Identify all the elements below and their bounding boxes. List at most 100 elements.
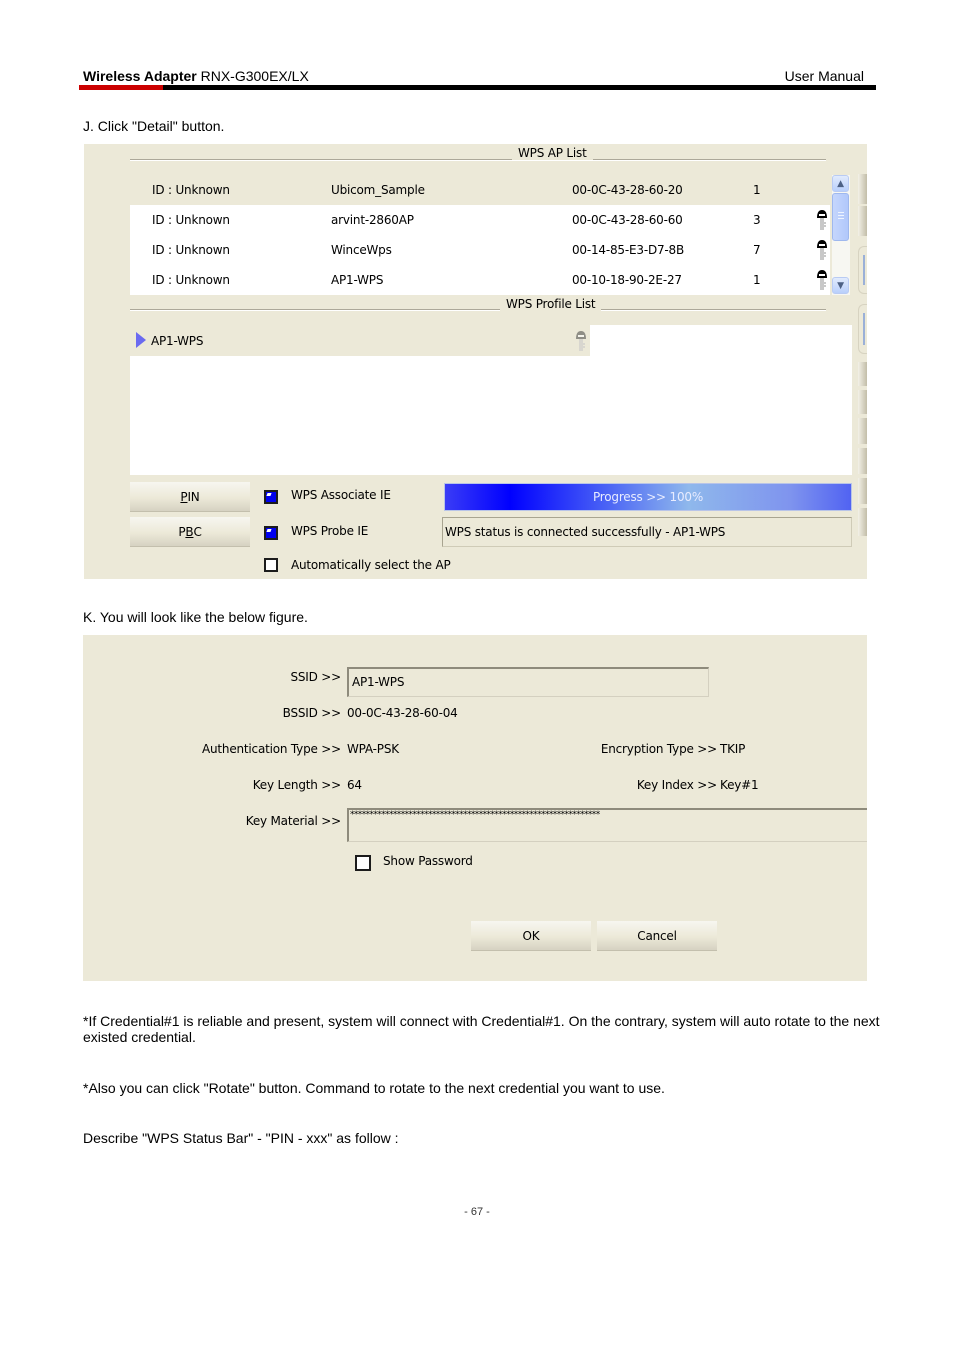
selected-arrow-icon xyxy=(136,332,146,348)
ap-bssid: 00-0C-43-28-60-20 xyxy=(572,183,683,197)
show-password-label: Show Password xyxy=(383,854,473,868)
chevron-down-icon: ▼ xyxy=(837,280,844,291)
header-rule xyxy=(79,85,876,90)
key-length-label: Key Length >> xyxy=(252,778,341,792)
side-tab[interactable] xyxy=(858,206,867,236)
ap-list[interactable]: ID : Unknown Ubicom_Sample 00-0C-43-28-6… xyxy=(130,175,830,295)
ap-ssid: Ubicom_Sample xyxy=(331,183,425,197)
cancel-button[interactable]: Cancel xyxy=(597,921,717,951)
ap-channel: 1 xyxy=(753,273,761,287)
cancel-label: Cancel xyxy=(637,928,677,943)
ap-list-scrollbar[interactable]: ▲ ▼ xyxy=(832,175,850,295)
ap-ssid: arvint-2860AP xyxy=(331,213,414,227)
header-doc-type: User Manual xyxy=(784,68,864,84)
step-j-text: J. Click "Detail" button. xyxy=(83,118,225,134)
ap-ssid: WinceWps xyxy=(331,243,392,257)
side-tab[interactable] xyxy=(858,304,867,354)
progress-label: Progress >> 100% xyxy=(592,490,704,504)
wps-window-screenshot: WPS AP List ID : Unknown Ubicom_Sample 0… xyxy=(84,144,867,579)
ap-list-row[interactable]: ID : Unknown Ubicom_Sample 00-0C-43-28-6… xyxy=(130,175,830,205)
ap-list-title: WPS AP List xyxy=(512,146,593,160)
key-index-value: Key#1 xyxy=(720,778,759,792)
auto-select-ap-label: Automatically select the AP xyxy=(291,558,451,572)
auth-type-label: Authentication Type >> xyxy=(202,742,341,756)
side-tab[interactable] xyxy=(858,362,867,386)
ap-channel: 7 xyxy=(753,243,761,257)
pin-accelerator: P xyxy=(180,489,188,504)
header-product: Wireless Adapter RNX-G300EX/LX xyxy=(83,68,309,84)
wps-associate-ie-label: WPS Associate IE xyxy=(291,488,391,502)
ap-id: ID : Unknown xyxy=(152,243,230,257)
side-tab[interactable] xyxy=(858,478,867,504)
detail-dialog-screenshot: SSID >> AP1-WPS BSSID >> 00-0C-43-28-60-… xyxy=(83,635,867,981)
wps-probe-ie-label: WPS Probe IE xyxy=(291,524,369,538)
wps-progress-bar: Progress >> 100% xyxy=(444,483,852,511)
key-material-value: ****************************************… xyxy=(350,810,600,820)
ssid-label: SSID >> xyxy=(290,670,341,684)
key-icon xyxy=(817,270,827,290)
side-tab[interactable] xyxy=(858,174,867,204)
ssid-field[interactable]: AP1-WPS xyxy=(347,667,709,697)
key-icon xyxy=(817,240,827,260)
credential-note: *If Credential#1 is reliable and present… xyxy=(83,1013,880,1045)
profile-list[interactable]: AP1-WPS xyxy=(130,325,852,475)
ssid-value: AP1-WPS xyxy=(352,675,405,689)
ap-channel: 1 xyxy=(753,183,761,197)
wps-associate-ie-checkbox[interactable] xyxy=(264,490,278,504)
profile-name: AP1-WPS xyxy=(151,334,204,348)
scroll-thumb[interactable] xyxy=(832,193,849,241)
auth-type-value: WPA-PSK xyxy=(347,742,399,756)
profile-list-group-line xyxy=(130,309,826,311)
scroll-down-button[interactable]: ▼ xyxy=(832,277,849,294)
profile-list-row[interactable]: AP1-WPS xyxy=(130,325,590,356)
key-icon xyxy=(817,210,827,230)
ap-bssid: 00-14-85-E3-D7-8B xyxy=(572,243,685,257)
encryption-type-value: TKIP xyxy=(720,742,746,756)
ap-list-row[interactable]: ID : Unknown arvint-2860AP 00-0C-43-28-6… xyxy=(130,205,830,235)
wps-status-text: WPS status is connected successfully - A… xyxy=(445,525,726,539)
bssid-value: 00-0C-43-28-60-04 xyxy=(347,706,458,720)
ap-list-row[interactable]: ID : Unknown WinceWps 00-14-85-E3-D7-8B … xyxy=(130,235,830,265)
ap-bssid: 00-10-18-90-2E-27 xyxy=(572,273,682,287)
key-material-label: Key Material >> xyxy=(245,814,341,828)
bssid-label: BSSID >> xyxy=(282,706,342,720)
profile-list-title: WPS Profile List xyxy=(500,297,602,311)
header-product-name: Wireless Adapter xyxy=(83,68,197,84)
side-tab[interactable] xyxy=(858,448,867,474)
pbc-label-pre: P xyxy=(178,524,186,539)
key-material-field[interactable]: ****************************************… xyxy=(347,808,867,842)
ap-id: ID : Unknown xyxy=(152,213,230,227)
auto-select-ap-checkbox[interactable] xyxy=(264,558,278,572)
encryption-type-label: Encryption Type >> xyxy=(600,742,717,756)
pbc-button[interactable]: PBC xyxy=(130,517,250,547)
ap-list-group-line xyxy=(130,159,826,161)
ok-button[interactable]: OK xyxy=(471,921,591,951)
ap-id: ID : Unknown xyxy=(152,273,230,287)
header-rule-accent xyxy=(79,85,163,90)
wps-status-box: WPS status is connected successfully - A… xyxy=(442,517,852,547)
pin-button[interactable]: P IN xyxy=(130,482,250,512)
rotate-note: *Also you can click "Rotate" button. Com… xyxy=(83,1080,665,1096)
wps-probe-ie-checkbox[interactable] xyxy=(264,526,278,540)
step-k-text: K. You will look like the below figure. xyxy=(83,609,308,625)
chevron-up-icon: ▲ xyxy=(837,178,844,189)
side-tab[interactable] xyxy=(858,418,867,444)
ok-label: OK xyxy=(522,928,540,943)
ap-ssid: AP1-WPS xyxy=(331,273,384,287)
ap-channel: 3 xyxy=(753,213,761,227)
pbc-accelerator: B xyxy=(185,524,194,539)
key-icon xyxy=(576,331,586,351)
show-password-checkbox[interactable] xyxy=(355,855,371,871)
side-tab[interactable] xyxy=(858,390,867,414)
ap-id: ID : Unknown xyxy=(152,183,230,197)
side-tab[interactable] xyxy=(858,246,867,294)
ap-list-row[interactable]: ID : Unknown AP1-WPS 00-10-18-90-2E-27 1 xyxy=(130,265,830,295)
ap-bssid: 00-0C-43-28-60-60 xyxy=(572,213,683,227)
key-length-value: 64 xyxy=(347,778,362,792)
side-tab[interactable] xyxy=(858,508,867,536)
pin-label: IN xyxy=(187,489,200,504)
pbc-label-rest: C xyxy=(193,524,202,539)
scroll-up-button[interactable]: ▲ xyxy=(832,175,849,192)
header-model: RNX-G300EX/LX xyxy=(196,68,309,84)
page-number: - 67 - xyxy=(464,1206,490,1218)
